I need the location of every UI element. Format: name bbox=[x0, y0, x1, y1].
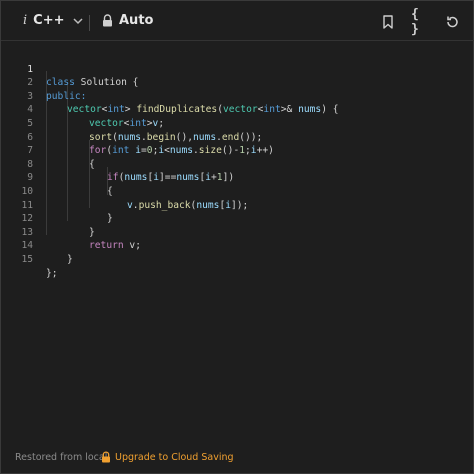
code-line: 7 { bbox=[1, 131, 95, 170]
auto-mode-toggle[interactable]: Auto bbox=[102, 13, 153, 28]
lock-icon bbox=[103, 14, 112, 27]
language-selector[interactable]: i C++ bbox=[23, 13, 85, 28]
bookmark-button[interactable] bbox=[379, 13, 397, 31]
line-number: 15 bbox=[21, 253, 33, 265]
braces-icon: { } bbox=[411, 7, 419, 37]
info-icon: i bbox=[23, 13, 28, 28]
code-line: 11 } bbox=[1, 185, 112, 225]
code-line: 1 class Solution { bbox=[1, 49, 138, 89]
code-line: 9 { bbox=[1, 158, 113, 197]
code-line: 4 vector<int>v; bbox=[1, 90, 164, 129]
format-code-button[interactable]: { } bbox=[411, 7, 429, 37]
code-line: 6 for(int i=0;i<nums.size()-1;i++) bbox=[1, 117, 274, 157]
toolbar-divider bbox=[89, 15, 90, 31]
code-line: 3 vector<int> findDuplicates(vector<int>… bbox=[1, 76, 338, 116]
code-line: 8 if(nums[i]==nums[i+1]) bbox=[1, 144, 234, 184]
editor-footer: Restored from local Upgrade to Cloud Sav… bbox=[1, 446, 474, 468]
editor-toolbar: i C++ Auto { } bbox=[1, 1, 474, 41]
auto-mode-label: Auto bbox=[119, 13, 154, 28]
upgrade-cloud-link[interactable]: Upgrade to Cloud Saving bbox=[101, 451, 234, 463]
language-label: C++ bbox=[33, 13, 65, 28]
restore-status: Restored from local bbox=[15, 451, 108, 463]
chevron-down-icon bbox=[72, 17, 83, 24]
bookmark-icon bbox=[383, 15, 393, 29]
code-line: 15 }; bbox=[1, 239, 57, 279]
editor-window: i C++ Auto { } 1 class Solution {2 publ… bbox=[0, 0, 474, 474]
lock-icon bbox=[102, 451, 110, 463]
code-line: 2 public: bbox=[1, 63, 86, 102]
code-line: 5 sort(nums.begin(),nums.end()); bbox=[1, 103, 262, 143]
reset-icon bbox=[447, 16, 458, 28]
editor-tools: { } bbox=[379, 7, 461, 37]
upgrade-label: Upgrade to Cloud Saving bbox=[115, 451, 234, 463]
code-line: 10 v.push_back(nums[i]); bbox=[1, 171, 248, 211]
code-line: 14 } bbox=[1, 226, 72, 265]
code-line: 12 } bbox=[1, 199, 94, 238]
code-editor[interactable]: 1 class Solution { 2 public: 3 vector<in… bbox=[1, 49, 474, 439]
reset-code-button[interactable] bbox=[443, 13, 461, 31]
code-line: 13 return v; bbox=[1, 212, 141, 252]
